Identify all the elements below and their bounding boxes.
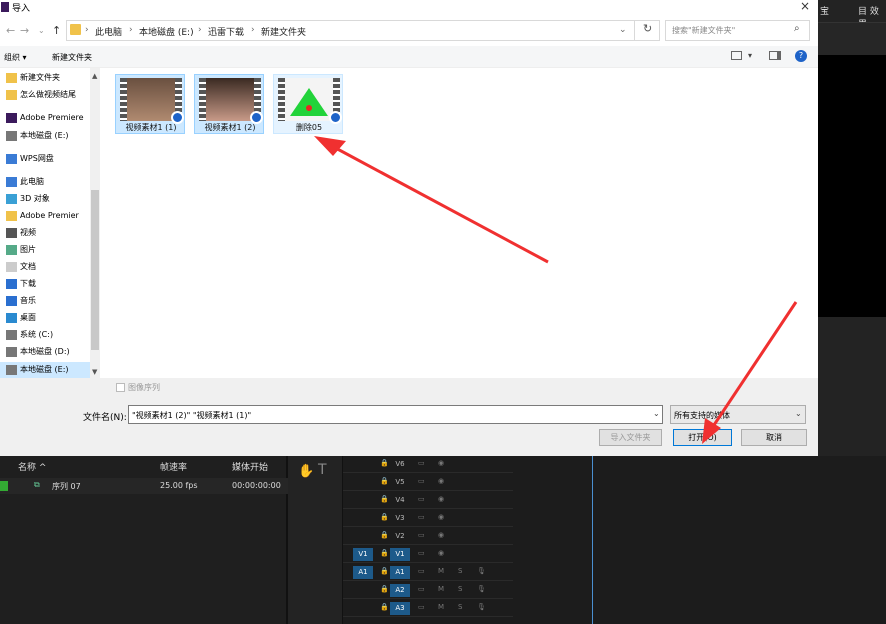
annotation-arrow-line [329, 143, 549, 264]
annotation-arrowhead [314, 136, 346, 156]
annotation-arrows [314, 136, 798, 444]
annotation-arrowhead [702, 418, 721, 444]
annotation-arrow-line [710, 301, 798, 429]
